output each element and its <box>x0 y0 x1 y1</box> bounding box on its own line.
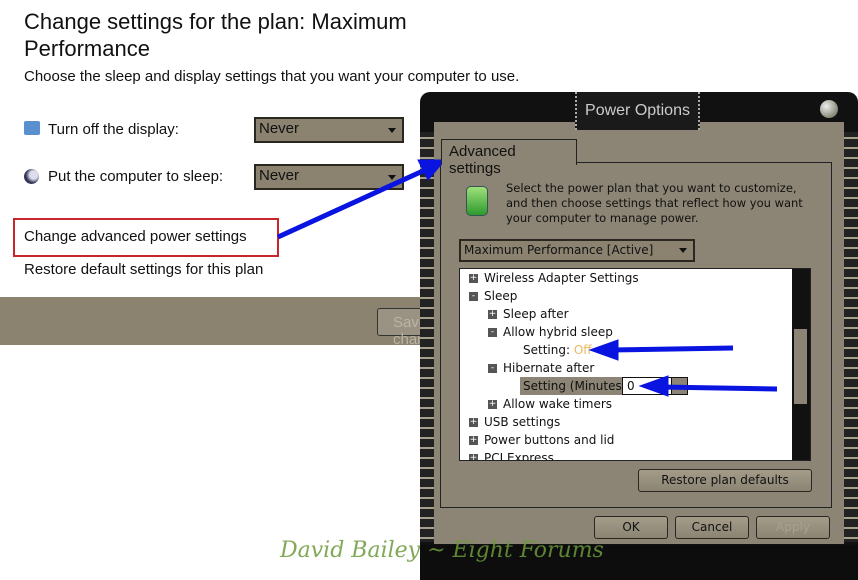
arrow-to-hibernate <box>638 375 778 397</box>
tab-advanced-settings[interactable]: Advanced settings <box>441 139 577 177</box>
arrow-to-hybrid-sleep <box>588 339 734 361</box>
arrow-to-advanced-tab <box>276 159 447 240</box>
annotation-arrows <box>276 159 778 397</box>
